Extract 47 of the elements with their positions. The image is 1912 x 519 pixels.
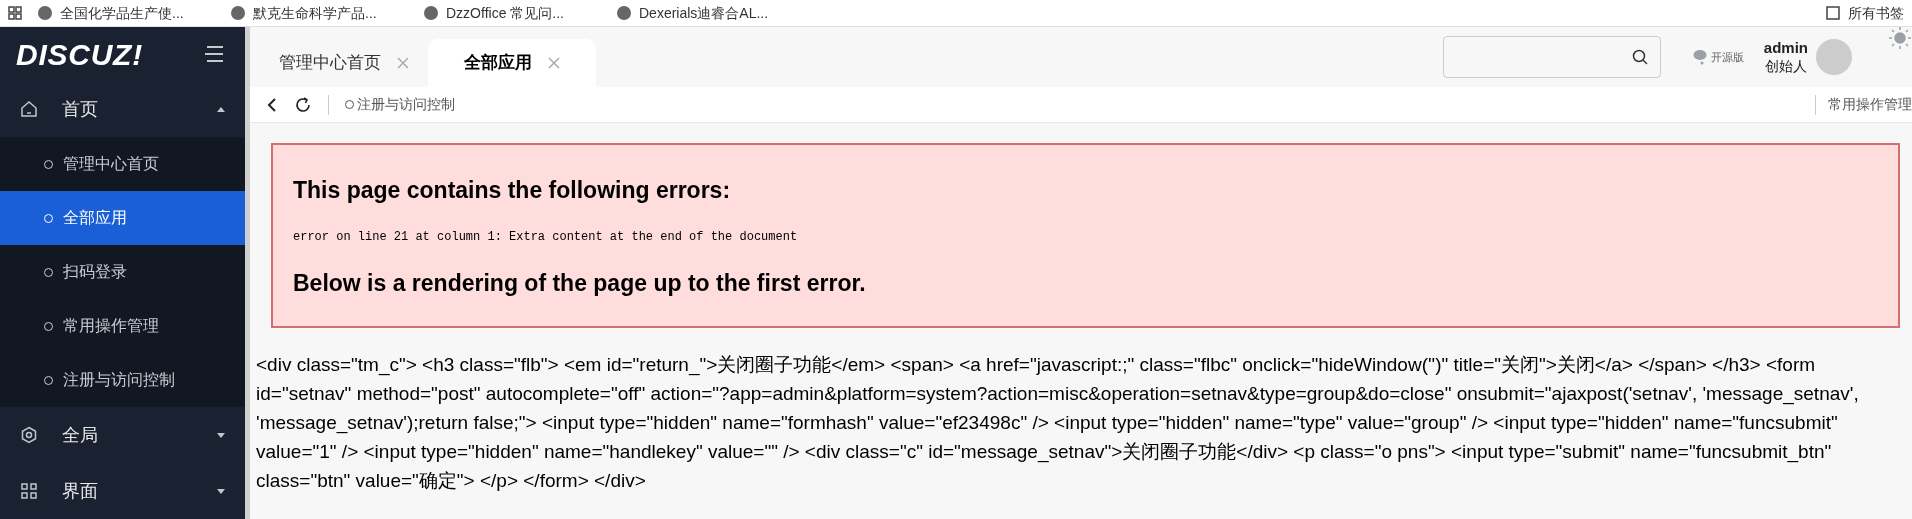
logo: DISCUZ! xyxy=(16,36,143,73)
edition-label: 开源版 xyxy=(1710,49,1744,65)
user-role: 创始人 xyxy=(1764,57,1807,76)
close-icon[interactable] xyxy=(397,57,409,69)
settings-icon xyxy=(20,426,38,444)
sidebar-group[interactable]: 界面 xyxy=(0,463,245,519)
home-icon xyxy=(20,100,38,118)
caret-down-icon xyxy=(217,432,225,438)
refresh-icon[interactable] xyxy=(294,95,312,114)
grid-icon xyxy=(20,482,38,500)
bookmark-link[interactable]: 默克生命科学产品... xyxy=(231,2,421,24)
tab[interactable]: 管理中心首页 xyxy=(260,39,428,87)
site-icon xyxy=(617,6,631,20)
all-bookmarks-link[interactable]: 所有书签 xyxy=(1848,2,1904,24)
quick-link[interactable]: 常用操作管理 xyxy=(1828,94,1912,115)
caret-down-icon xyxy=(217,488,225,494)
breadcrumb-link[interactable]: 注册与访问控制 xyxy=(345,94,455,115)
sidebar-group[interactable]: 首页 xyxy=(0,81,245,137)
caret-up-icon xyxy=(217,106,225,112)
error-message: error on line 21 at column 1: Extra content at the end of the document xyxy=(293,228,799,246)
site-icon xyxy=(38,6,52,20)
back-icon[interactable] xyxy=(266,96,278,113)
apps-icon[interactable] xyxy=(8,6,22,20)
tab[interactable]: 全部应用 xyxy=(428,39,596,87)
bookmark-link[interactable]: Dexerials迪睿合AL... xyxy=(617,2,807,24)
sidebar-item[interactable]: 管理中心首页 xyxy=(0,137,245,191)
sidebar-item[interactable]: 注册与访问控制 xyxy=(0,353,245,407)
search-field[interactable] xyxy=(1442,36,1661,78)
page-source-text: <div class="tm_c"> <h3 class="flb"> <em id="return_">关闭圈子功能</em> <span> <a href="javascript:;" class="flbc" onclick="hideWindow('')" title="关闭">关闭</a> </span> </h3> <form id="setnav" method="post" autocomplete="off" action="?app=admin&platform=system?action=misc&operation=setnav&type=group&do=close" onsubmit="ajaxpost('setnav', 'message_setnav', 'message_setnav');return false;"> <input type="hidden" name="formhash" value="ef23498c" /> <input type="hidden" name="type" value="group" /> <input type="hidden" name="funcsubmit" value="1" /> <input type="hidden" name="handlekey" value="" /> <div class="c" id="message_setnav">关闭圈子功能</div> <p class="o pns"> <input type="submit" name="funcsubmit_btn" class="btn" value="确定"> </p> </form> </div> xyxy=(255,353,1860,493)
error-title: This page contains the following errors: xyxy=(293,176,732,205)
sidebar-group[interactable]: 全局 xyxy=(0,407,245,463)
sidebar-item[interactable]: 常用操作管理 xyxy=(0,299,245,353)
close-icon[interactable] xyxy=(548,57,560,69)
avatar[interactable] xyxy=(1816,39,1852,75)
search-icon xyxy=(1631,49,1648,65)
bookmark-link[interactable]: 全国化学品生产使... xyxy=(38,2,228,24)
sidebar-item[interactable]: 全部应用 xyxy=(0,191,245,245)
error-footer: Below is a rendering of the page up to the first error. xyxy=(293,265,1898,300)
username: admin xyxy=(1763,38,1808,58)
bookmark-link[interactable]: DzzOffice 常见问... xyxy=(424,2,614,24)
site-icon xyxy=(231,6,245,20)
sun-icon[interactable] xyxy=(1888,26,1912,50)
chat-icon xyxy=(1692,49,1707,65)
site-icon xyxy=(424,6,438,20)
sidebar-item[interactable]: 扫码登录 xyxy=(0,245,245,299)
menu-icon[interactable] xyxy=(203,45,225,63)
folder-icon xyxy=(1826,6,1840,20)
